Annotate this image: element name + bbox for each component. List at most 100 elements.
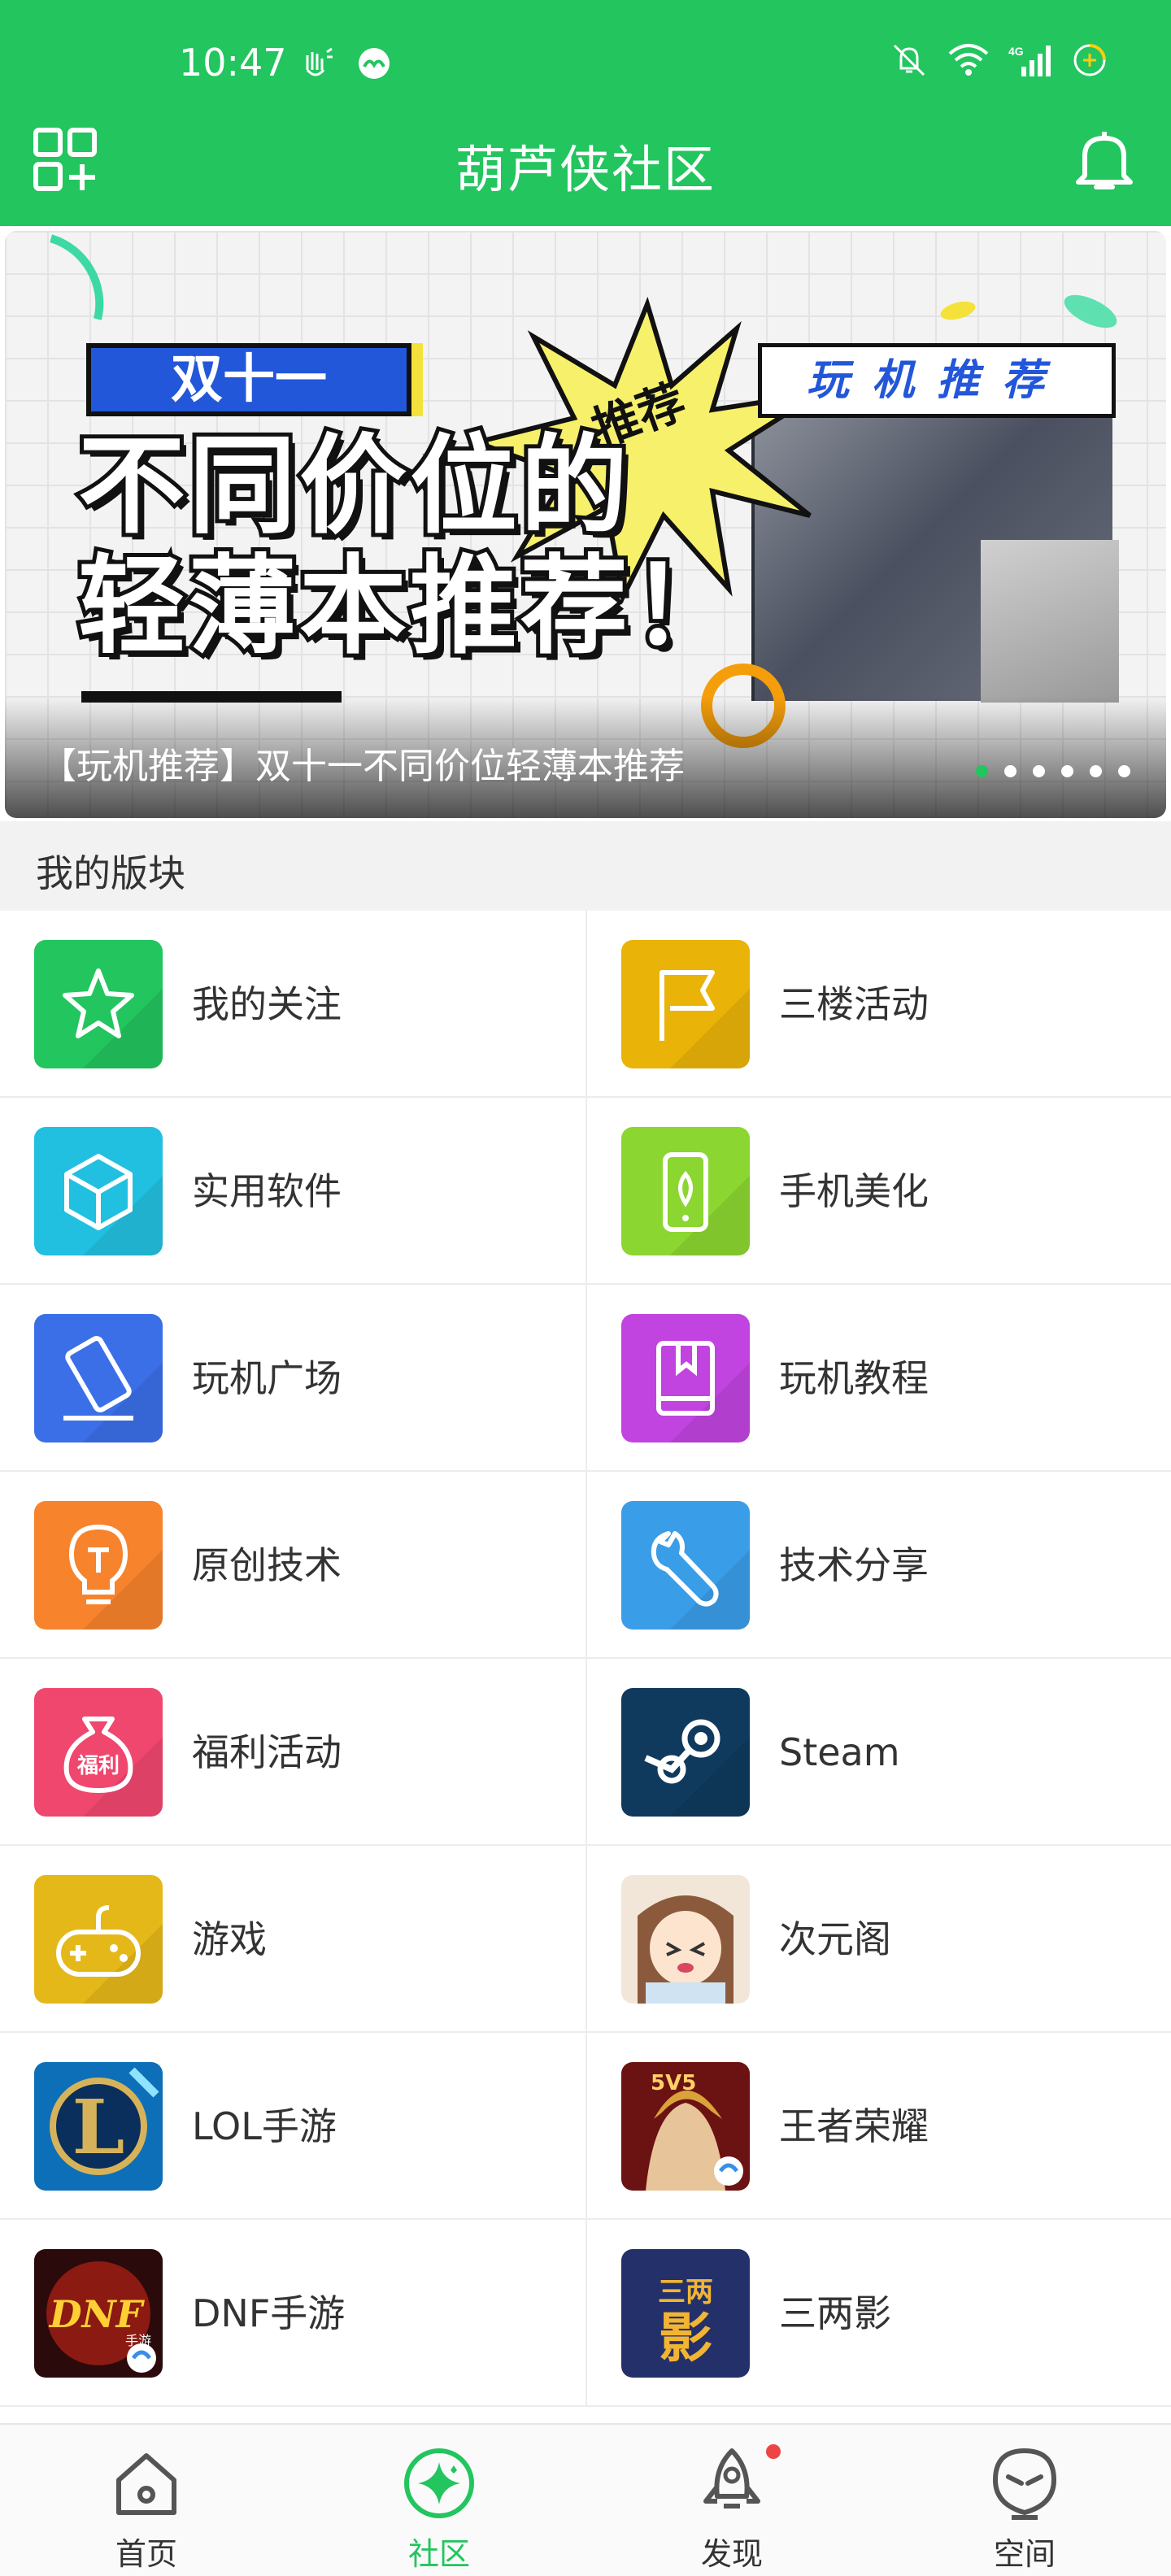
nav-item-2[interactable]: 发现 <box>586 2425 878 2576</box>
money-bag-icon: 福利 <box>34 1688 163 1817</box>
steam-logo-icon <box>621 1688 750 1817</box>
board-item[interactable]: 游戏 <box>0 1846 586 2033</box>
banner-headline: 不同价位的 轻薄本推荐！ <box>74 422 742 671</box>
nav-label: 社区 <box>407 2536 470 2572</box>
banner-corner-label: 玩机推荐 <box>758 343 1116 418</box>
wifi-icon <box>948 44 989 76</box>
board-label: 原创技术 <box>192 1543 342 1587</box>
board-item[interactable]: 玩机教程 <box>586 1285 1171 1472</box>
board-item[interactable]: 三楼活动 <box>586 911 1171 1098</box>
section-title: 我的版块 <box>36 851 185 895</box>
pagination-dot[interactable] <box>976 765 988 777</box>
board-item[interactable]: 手机美化 <box>586 1098 1171 1285</box>
gamepad-icon <box>34 1875 163 2004</box>
board-label: DNF手游 <box>192 2291 346 2335</box>
section-header: 我的版块 <box>0 821 1171 911</box>
home-icon <box>116 2453 176 2515</box>
status-bar: 10:47 4G <box>0 0 1171 122</box>
vibrate-hand-icon <box>306 47 333 76</box>
battery-charging-icon <box>1073 44 1106 76</box>
banner-tag: 双十一 <box>86 343 411 416</box>
flag-icon <box>621 940 750 1068</box>
bottom-nav: 首页 社区 发现 空间 <box>0 2423 1171 2576</box>
board-label: 我的关注 <box>192 982 342 1026</box>
status-right-icons: 4G <box>890 42 1108 78</box>
nav-label: 空间 <box>993 2536 1056 2572</box>
board-label: 手机美化 <box>779 1169 929 1213</box>
banner-headline-line2: 轻薄本推荐！ <box>74 542 742 671</box>
pagination-dot[interactable] <box>1004 765 1016 777</box>
tilted-phone-icon <box>34 1314 163 1442</box>
notification-badge <box>766 2444 781 2459</box>
book-icon <box>621 1314 750 1442</box>
board-label: 三两影 <box>779 2291 891 2335</box>
board-item[interactable]: 5V5 王者荣耀 <box>586 2033 1171 2220</box>
board-label: 实用软件 <box>192 1169 342 1213</box>
board-label: 游戏 <box>192 1917 267 1961</box>
4g-signal-icon: 4G <box>1008 45 1051 76</box>
rocket-icon <box>703 2448 760 2509</box>
board-label: 玩机广场 <box>192 1356 342 1400</box>
lol-logo-icon: L <box>34 2062 163 2191</box>
svg-text:5V5: 5V5 <box>651 2071 696 2095</box>
board-label: 王者荣耀 <box>779 2104 929 2148</box>
dnf-logo-icon: DNF 手游 <box>34 2249 163 2378</box>
pagination-dot[interactable] <box>1061 765 1073 777</box>
banner-decor-blob <box>1059 288 1122 335</box>
svg-text:L: L <box>72 2083 125 2171</box>
sanliangying-icon: 三两影 <box>621 2249 750 2378</box>
nav-item-3[interactable]: 空间 <box>878 2425 1171 2576</box>
nav-item-1[interactable]: 社区 <box>293 2425 586 2576</box>
svg-text:4G: 4G <box>1008 45 1024 58</box>
nav-label: 首页 <box>115 2536 177 2572</box>
page-title: 葫芦侠社区 <box>455 140 716 199</box>
board-item[interactable]: Steam <box>586 1659 1171 1846</box>
mute-icon <box>893 44 925 76</box>
nav-item-0[interactable]: 首页 <box>0 2425 293 2576</box>
svg-text:DNF: DNF <box>48 2292 146 2336</box>
svg-text:三两: 三两 <box>658 2276 713 2308</box>
banner-pagination <box>976 765 1130 777</box>
alien-face-icon <box>992 2448 1057 2520</box>
board-label: 次元阁 <box>779 1917 891 1961</box>
board-label: LOL手游 <box>192 2104 337 2148</box>
board-label: 技术分享 <box>779 1543 929 1587</box>
status-left-icons <box>299 46 392 81</box>
honor-of-kings-icon: 5V5 <box>621 2062 750 2191</box>
board-item[interactable]: 我的关注 <box>0 911 586 1098</box>
svg-text:福利: 福利 <box>76 1754 120 1778</box>
board-label: 三楼活动 <box>779 982 929 1026</box>
svg-text:影: 影 <box>659 2307 712 2369</box>
board-item[interactable]: DNF 手游 DNF手游 <box>0 2220 586 2407</box>
bulb-icon <box>34 1501 163 1630</box>
app-notify-icon <box>359 48 390 79</box>
board-item[interactable]: 技术分享 <box>586 1472 1171 1659</box>
pagination-dot[interactable] <box>1118 765 1130 777</box>
pagination-dot[interactable] <box>1090 765 1102 777</box>
status-time: 10:47 <box>179 41 287 85</box>
wrench-icon <box>621 1501 750 1630</box>
banner-caption: 【玩机推荐】双十一不同价位轻薄本推荐 <box>41 746 685 787</box>
bell-icon[interactable] <box>1070 125 1138 194</box>
star-icon <box>34 940 163 1068</box>
board-item[interactable]: 玩机广场 <box>0 1285 586 1472</box>
board-label: Steam <box>779 1730 900 1774</box>
banner-laptop-edge <box>981 540 1119 703</box>
nav-label: 发现 <box>700 2536 763 2572</box>
banner-carousel[interactable]: 推荐 双十一 玩机推荐 不同价位的 轻薄本推荐！ 【玩机推荐】双十一不同价位轻薄… <box>5 231 1166 818</box>
board-label: 福利活动 <box>192 1730 342 1774</box>
banner-decor-blob <box>938 298 977 324</box>
board-label: 玩机教程 <box>779 1356 929 1400</box>
board-item[interactable]: 次元阁 <box>586 1846 1171 2033</box>
board-item[interactable]: 三两影三两影 <box>586 2220 1171 2407</box>
board-item[interactable]: 原创技术 <box>0 1472 586 1659</box>
pagination-dot[interactable] <box>1033 765 1045 777</box>
app-header: 10:47 4G 葫芦侠社区 <box>0 0 1171 226</box>
board-item[interactable]: 实用软件 <box>0 1098 586 1285</box>
cube-icon <box>34 1127 163 1255</box>
board-item[interactable]: 福利 福利活动 <box>0 1659 586 1846</box>
phone-leaf-icon <box>621 1127 750 1255</box>
anime-avatar-icon <box>621 1875 750 2004</box>
community-sparkle-icon <box>404 2448 474 2518</box>
board-item[interactable]: L LOL手游 <box>0 2033 586 2220</box>
